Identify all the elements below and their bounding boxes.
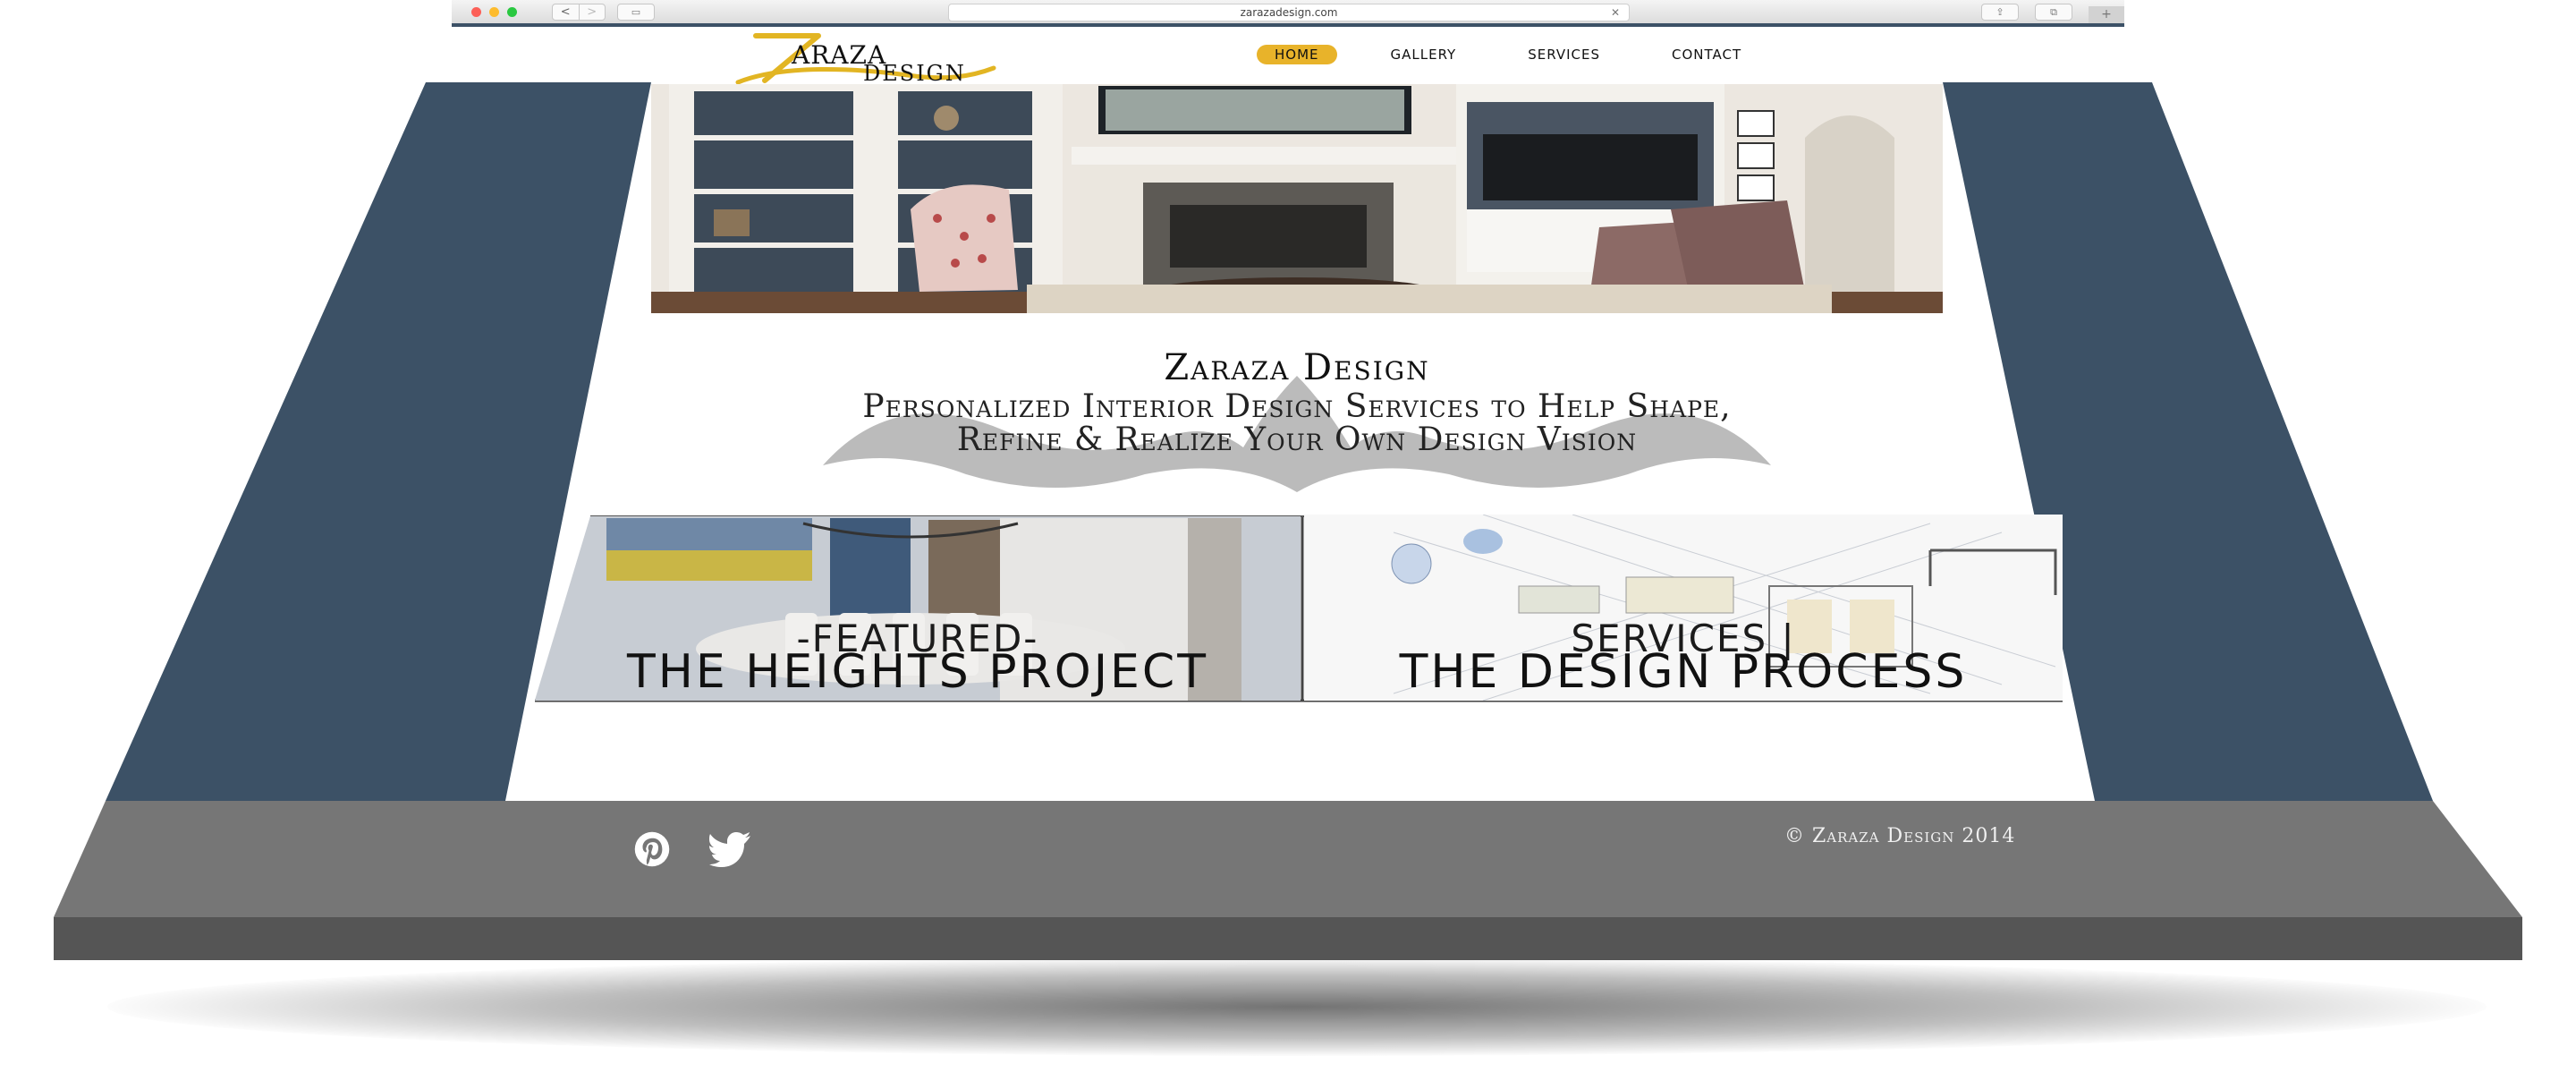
- browser-toolbar: < > ▭ zarazadesign.com ✕ ⇪ ⧉ +: [452, 0, 2124, 27]
- main-nav: HOME GALLERY SERVICES CONTACT: [1257, 45, 1759, 64]
- footer-surface: [54, 801, 2522, 917]
- forward-button[interactable]: >: [578, 4, 606, 20]
- featured-headline: THE HEIGHTS PROJECT: [627, 645, 1208, 699]
- intro-section: Zaraza Design Personalized Interior Desi…: [590, 313, 2004, 515]
- nav-item-gallery[interactable]: GALLERY: [1373, 45, 1475, 64]
- new-tab-button[interactable]: +: [2089, 6, 2124, 23]
- close-window-button[interactable]: [471, 7, 481, 17]
- sidebar-button[interactable]: ▭: [617, 4, 655, 21]
- logo-text-design: DESIGN: [863, 61, 966, 86]
- copyright-text: © Zaraza Design 2014: [1784, 825, 2016, 847]
- featured-project-tile[interactable]: -FEATURED- THE HEIGHTS PROJECT: [535, 515, 1301, 701]
- pinterest-icon[interactable]: [631, 830, 674, 868]
- twitter-icon[interactable]: [709, 830, 752, 868]
- nav-item-services[interactable]: SERVICES: [1510, 45, 1618, 64]
- footer-front-edge: [54, 917, 2522, 960]
- site-header: ARAZA DESIGN HOME GALLERY SERVICES CONTA…: [452, 27, 2124, 86]
- address-bar[interactable]: zarazadesign.com ✕: [948, 4, 1630, 21]
- nav-item-home[interactable]: HOME: [1257, 45, 1337, 64]
- history-buttons: < >: [552, 4, 606, 21]
- show-tabs-button[interactable]: ⧉: [2035, 4, 2072, 21]
- maximize-window-button[interactable]: [507, 7, 517, 17]
- share-button[interactable]: ⇪: [1981, 4, 2019, 21]
- mockup-stage: < > ▭ zarazadesign.com ✕ ⇪ ⧉ + ARAZA DES…: [0, 0, 2576, 1089]
- nav-item-contact[interactable]: CONTACT: [1654, 45, 1759, 64]
- url-text: zarazadesign.com: [1240, 6, 1338, 19]
- hero-living-room-image: [651, 84, 1943, 313]
- intro-title: Zaraza Design: [1164, 347, 1430, 388]
- services-headline: THE DESIGN PROCESS: [1399, 645, 1968, 699]
- social-links: [631, 830, 752, 868]
- services-process-tile[interactable]: SERVICES | THE DESIGN PROCESS: [1304, 515, 2063, 701]
- intro-subtitle: Personalized Interior Design Services to…: [862, 388, 1732, 458]
- minimize-window-button[interactable]: [489, 7, 499, 17]
- site-logo[interactable]: ARAZA DESIGN: [729, 29, 997, 86]
- stop-loading-icon[interactable]: ✕: [1611, 4, 1620, 21]
- back-button[interactable]: <: [553, 4, 579, 20]
